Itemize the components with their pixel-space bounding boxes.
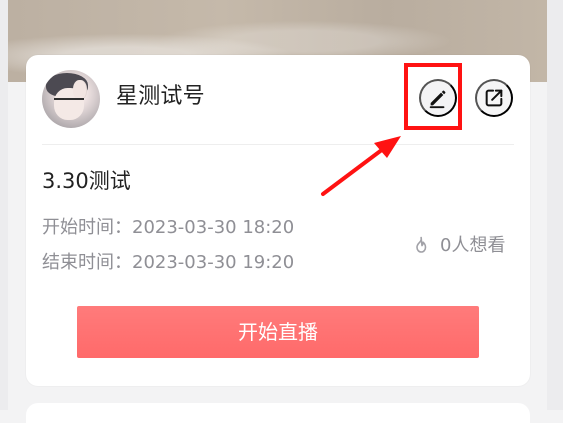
avatar[interactable]: [42, 70, 100, 128]
viewer-count-label: 0人想看: [440, 235, 506, 256]
flame-icon: [416, 236, 427, 253]
card-header: 星测试号: [26, 55, 530, 144]
share-button[interactable]: [475, 79, 513, 117]
start-time: 开始时间：2023-03-30 18:20: [42, 217, 295, 238]
next-card-peek: [26, 403, 530, 423]
event-title: 3.30测试: [42, 169, 131, 193]
edit-button[interactable]: [419, 79, 457, 117]
left-background-strip: [0, 0, 8, 410]
username: 星测试号: [116, 84, 205, 109]
pencil-icon: [429, 90, 446, 109]
live-event-card: 星测试号 3.30测试 开始时间：2023-03-30 18:20 结束时间：2…: [26, 55, 530, 386]
right-background-strip: [547, 0, 563, 410]
end-time: 结束时间：2023-03-30 19:20: [42, 252, 295, 273]
viewer-count: 0人想看: [412, 234, 505, 258]
start-live-button[interactable]: 开始直播: [77, 306, 479, 358]
avatar-glasses: [54, 98, 84, 106]
header-divider: [42, 144, 514, 145]
avatar-hand: [73, 80, 87, 100]
share-icon: [485, 89, 503, 107]
